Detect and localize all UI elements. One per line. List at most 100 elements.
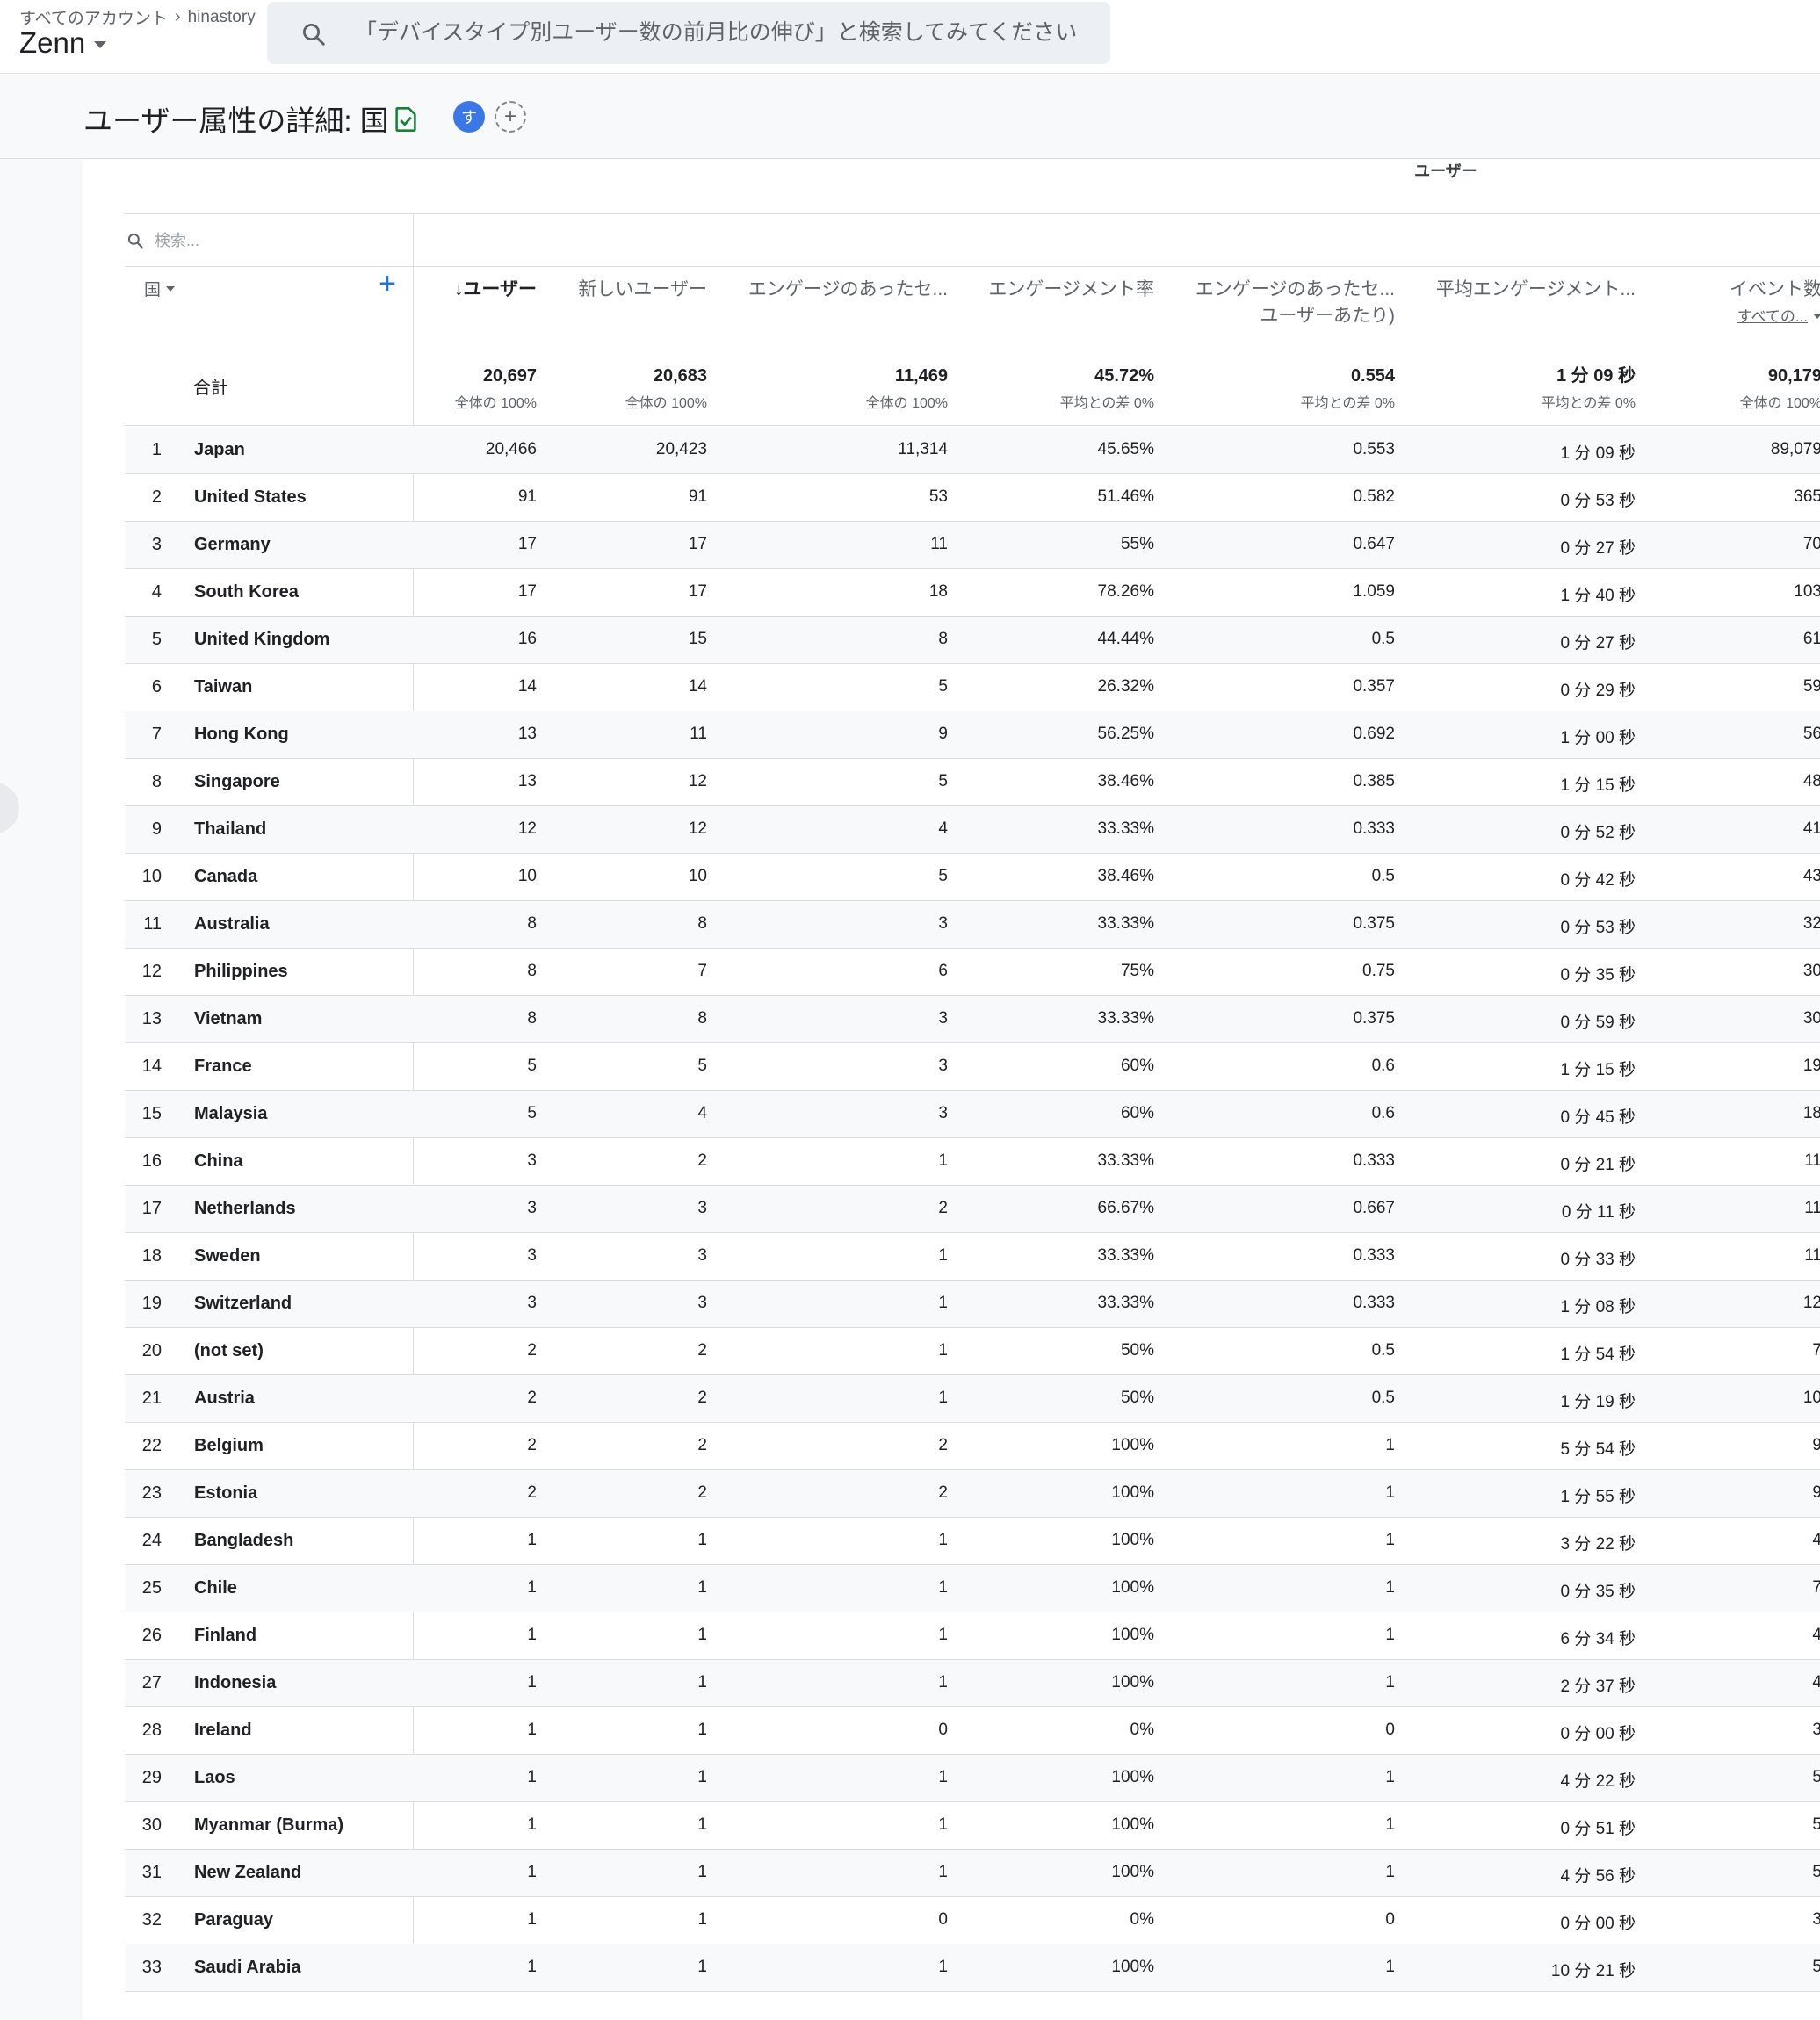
table-cell: 4 xyxy=(1812,1531,1820,1549)
table-row[interactable]: 22 Belgium 2 2 2 100% 1 5 分 54 秒9 xyxy=(125,1423,1820,1470)
table-cell: 8 xyxy=(938,630,948,648)
total-value: 45.72% xyxy=(1094,366,1154,386)
chevron-right-icon: › xyxy=(174,7,181,26)
table-cell: 1 分 15 秒 xyxy=(1560,776,1636,795)
add-comparison-button[interactable]: + xyxy=(495,101,526,133)
table-cell: 55% xyxy=(1120,535,1154,553)
table-row[interactable]: 7 Hong Kong 13 11 9 56.25% 0.692 1 分 00 秒 56 xyxy=(125,711,1820,759)
table-row[interactable]: 25 Chile 1 1 1 100% 1 0 分 35 秒 7 xyxy=(125,1565,1820,1612)
table-cell: 9 xyxy=(1812,1436,1820,1454)
row-rank: 30 xyxy=(141,1815,162,1835)
table-row[interactable]: 32 Paraguay 1 1 0 0% 0 0 分 00 秒 3 xyxy=(125,1897,1820,1944)
table-cell: 2 xyxy=(938,1199,948,1217)
table-row[interactable]: 9 Thailand 12 12 4 33.33% 0.333 0 分 52 秒 41 xyxy=(125,806,1820,854)
table-row[interactable]: 10 Canada 10 10 5 38.46% 0.5 0 分 42 秒 43 xyxy=(125,854,1820,901)
column-header-5[interactable]: エンゲージのあったセ... ユーザーあたり) xyxy=(1195,277,1395,329)
breadcrumb-root[interactable]: すべてのアカウント xyxy=(19,5,168,29)
table-cell: 3 xyxy=(697,1246,707,1265)
table-row[interactable]: 17 Netherlands 3 3 2 66.67% 0.667 0 分 11 秒 11 xyxy=(125,1186,1820,1233)
rail-toggle-handle[interactable] xyxy=(0,783,19,833)
row-rank: 12 xyxy=(141,962,162,981)
table-row[interactable]: 31 New Zealand 1 1 1 100% 1 4 分 56 秒 5 xyxy=(125,1850,1820,1897)
table-cell: 1 xyxy=(527,1815,537,1834)
table-cell: 33.33% xyxy=(1097,1246,1154,1265)
table-cell: 5 xyxy=(527,1104,537,1122)
table-row[interactable]: 11 Australia 8 8 3 33.33% 0.375 0 分 53 秒 32 xyxy=(125,901,1820,949)
table-cell: 0 分 53 秒 xyxy=(1560,919,1636,937)
table-cell: 1 xyxy=(938,1958,948,1976)
country-name: South Korea xyxy=(194,582,299,602)
table-row[interactable]: 21 Austria 2 2 1 50% 0.5 1 分 19 秒 10 xyxy=(125,1375,1820,1423)
table-cell: 11 xyxy=(1804,1151,1820,1170)
table-row[interactable]: 1 Japan 20,466 20,423 11,314 45.65% 0.553 1 分 0… xyxy=(125,427,1820,474)
table-row[interactable]: 30 Myanmar (Burma) 1 1 1 100% 1 0 分 51 秒 5 xyxy=(125,1802,1820,1850)
country-name: Hong Kong xyxy=(194,725,289,744)
table-row[interactable]: 3 Germany 17 17 11 55% 0.647 0 分 27 秒 70 xyxy=(125,522,1820,569)
column-header-label: ↓ユーザー xyxy=(453,279,537,299)
property-selector[interactable]: Zenn xyxy=(19,26,107,60)
column-header-6[interactable]: 平均エンゲージメント... xyxy=(1436,277,1636,303)
global-search-input[interactable] xyxy=(355,2,1093,64)
table-row[interactable]: 6 Taiwan 14 14 5 26.32% 0.357 0 分 29 秒 59 xyxy=(125,664,1820,711)
table-row[interactable]: 29 Laos 1 1 1 100% 1 4 分 22 秒 5 xyxy=(125,1755,1820,1802)
table-row[interactable]: 15 Malaysia 5 4 3 60% 0.6 0 分 45 秒 18 xyxy=(125,1091,1820,1138)
table-search-input[interactable] xyxy=(155,223,401,258)
table-cell: 1 分 54 秒 xyxy=(1560,1345,1636,1364)
table-cell: 1 xyxy=(1385,1578,1395,1597)
country-name: United States xyxy=(194,487,307,507)
table-cell: 1 xyxy=(527,1958,537,1976)
comparison-avatar[interactable]: す xyxy=(453,101,485,133)
table-row[interactable]: 2 United States 91 91 53 51.46% 0.582 0 分 53 秒 3… xyxy=(125,474,1820,522)
row-rank: 20 xyxy=(141,1341,162,1360)
event-filter-dropdown[interactable]: すべての... xyxy=(1730,303,1820,330)
table-row[interactable]: 8 Singapore 13 12 5 38.46% 0.385 1 分 15 秒 48 xyxy=(125,759,1820,806)
column-header-2[interactable]: 新しいユーザー xyxy=(578,277,707,303)
table-row[interactable]: 27 Indonesia 1 1 1 100% 1 2 分 37 秒 4 xyxy=(125,1660,1820,1707)
report-content: ユーザー 国 + ↓ユーザー 新しいユーザー エンゲージのあったセ... エンゲージメ… xyxy=(84,159,1820,2020)
table-row[interactable]: 28 Ireland 1 1 0 0% 0 0 分 00 秒 3 xyxy=(125,1707,1820,1755)
column-header-1[interactable]: ↓ユーザー xyxy=(454,277,537,303)
table-cell: 1 xyxy=(938,1341,948,1360)
table-cell: 1 xyxy=(697,1673,707,1692)
country-name: Thailand xyxy=(194,819,267,839)
table-cell: 0.6 xyxy=(1371,1057,1395,1075)
table-cell: 0.5 xyxy=(1371,630,1395,648)
table-row[interactable]: 12 Philippines 8 7 6 75% 0.75 0 分 35 秒 30 xyxy=(125,949,1820,996)
table-row[interactable]: 16 China 3 2 1 33.33% 0.333 0 分 21 秒 11 xyxy=(125,1138,1820,1186)
global-search[interactable] xyxy=(267,2,1110,64)
country-name: United Kingdom xyxy=(194,630,330,649)
table-row[interactable]: 4 South Korea 17 17 18 78.26% 1.059 1 分 40 秒 103 xyxy=(125,569,1820,617)
table-cell: 1 xyxy=(697,1531,707,1549)
table-cell: 7 xyxy=(1812,1578,1820,1597)
check-document-icon[interactable] xyxy=(394,106,418,133)
table-cell: 7 xyxy=(1812,1341,1820,1360)
table-row[interactable]: 14 France 5 5 3 60% 0.6 1 分 15 秒 19 xyxy=(125,1043,1820,1091)
table-cell: 0 分 45 秒 xyxy=(1560,1108,1636,1127)
table-row[interactable]: 24 Bangladesh 1 1 1 100% 1 3 分 22 秒 4 xyxy=(125,1518,1820,1565)
table-cell: 1 分 40 秒 xyxy=(1560,587,1636,605)
table-row[interactable]: 5 United Kingdom 16 15 8 44.44% 0.5 0 分 27 秒 61 xyxy=(125,617,1820,664)
add-dimension-button[interactable]: + xyxy=(374,269,401,299)
column-header-7[interactable]: イベント数 すべての... xyxy=(1730,277,1820,330)
breadcrumb-account[interactable]: hinastory xyxy=(188,8,256,27)
table-cell: 1 xyxy=(938,1294,948,1312)
table-row[interactable]: 13 Vietnam 8 8 3 33.33% 0.375 0 分 59 秒 30 xyxy=(125,996,1820,1043)
table-row[interactable]: 33 Saudi Arabia 1 1 1 100% 1 10 分 21 秒 5 xyxy=(125,1944,1820,1992)
table-row[interactable]: 23 Estonia 2 2 2 100% 1 1 分 55 秒 9 xyxy=(125,1470,1820,1518)
row-rank: 1 xyxy=(151,440,162,459)
table-row[interactable]: 18 Sweden 3 3 1 33.33% 0.333 0 分 33 秒 11 xyxy=(125,1233,1820,1281)
row-rank: 7 xyxy=(151,725,162,744)
table-cell: 0% xyxy=(1130,1721,1154,1739)
table-row[interactable]: 19 Switzerland 3 3 1 33.33% 0.333 1 分 08 秒 12 xyxy=(125,1281,1820,1328)
table-cell: 5 xyxy=(938,772,948,790)
column-header-4[interactable]: エンゲージメント率 xyxy=(988,277,1154,303)
table-cell: 1 xyxy=(527,1531,537,1549)
row-rank: 5 xyxy=(151,630,162,649)
dimension-selector[interactable]: 国 xyxy=(144,277,176,300)
table-row[interactable]: 26 Finland 1 1 1 100% 1 6 分 34 秒 4 xyxy=(125,1612,1820,1660)
table-cell: 4 xyxy=(938,819,948,838)
table-cell: 4 xyxy=(1812,1626,1820,1644)
column-header-3[interactable]: エンゲージのあったセ... xyxy=(748,277,948,303)
country-name: Switzerland xyxy=(194,1294,292,1313)
table-row[interactable]: 20 (not set) 2 2 1 50% 0.5 1 分 54 秒 7 xyxy=(125,1328,1820,1375)
